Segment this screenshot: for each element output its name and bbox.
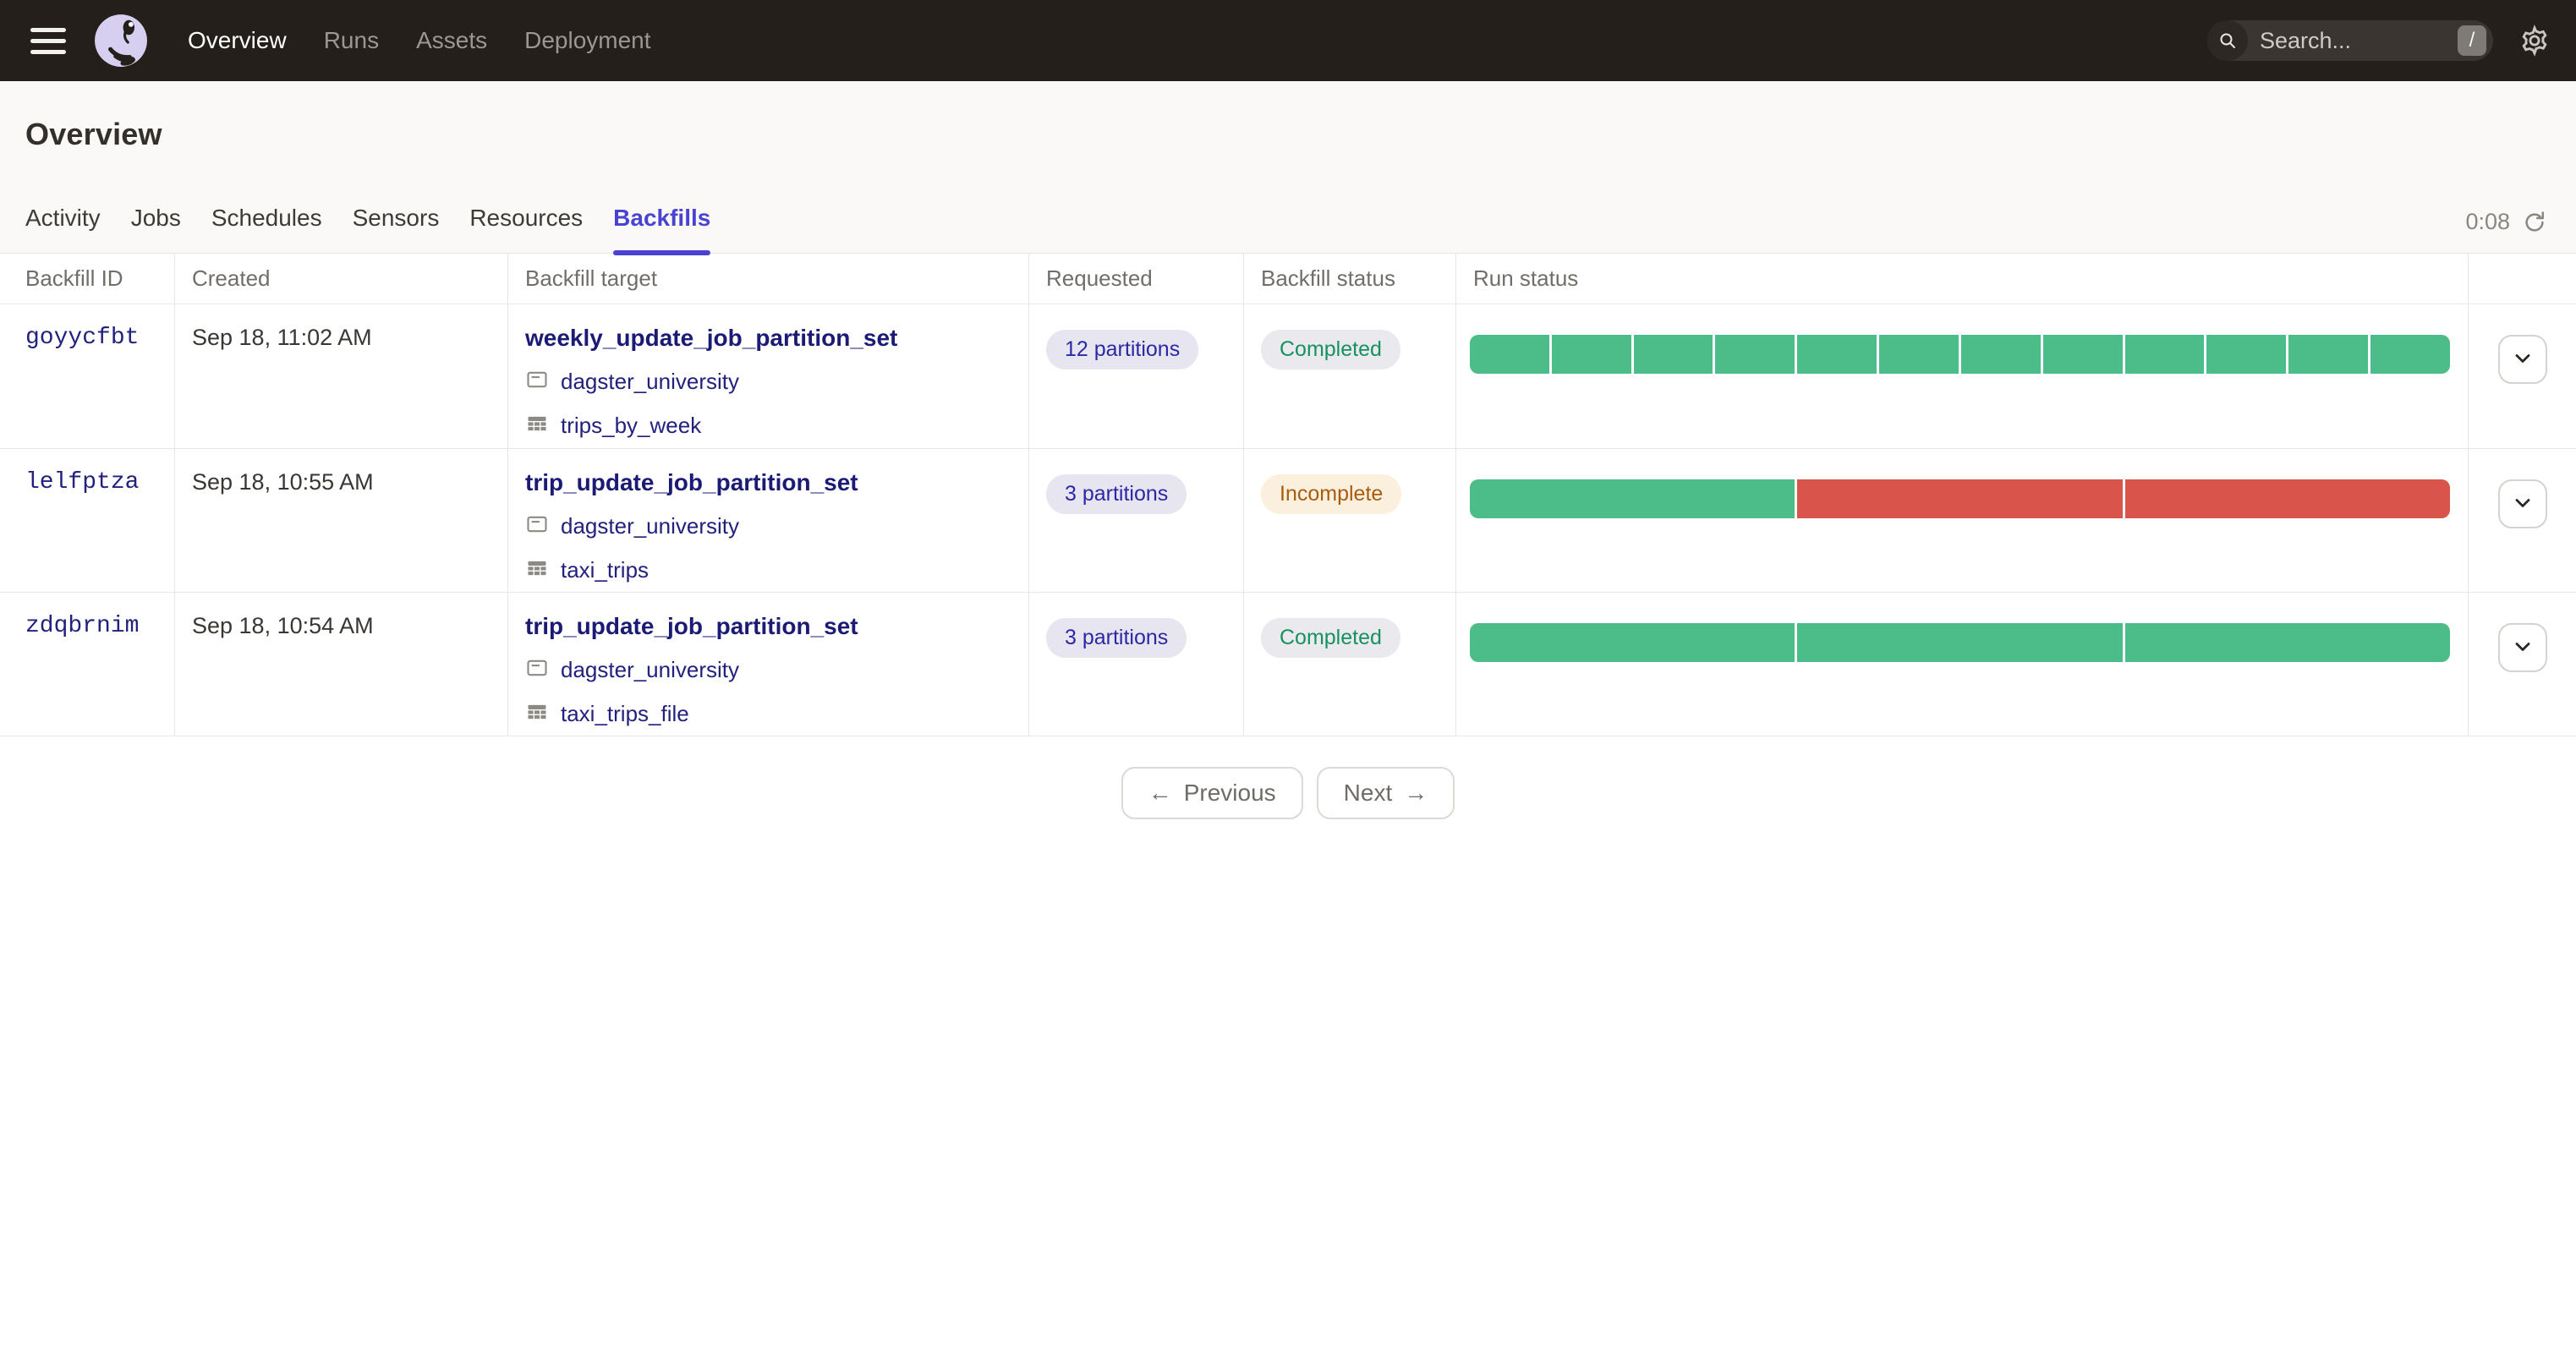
next-label: Next [1343, 780, 1393, 806]
run-segment-success[interactable] [1470, 623, 1795, 662]
run-segment-success[interactable] [2370, 335, 2450, 374]
backfill-id-link[interactable]: lelfptza [25, 469, 139, 495]
tab-resources[interactable]: Resources [469, 205, 583, 255]
expand-row-button[interactable] [2497, 479, 2547, 528]
backfill-id-link[interactable]: zdqbrnim [25, 613, 139, 639]
run-segment-success[interactable] [1960, 335, 2041, 374]
requested-badge: 3 partitions [1046, 618, 1187, 658]
run-segment-success[interactable] [1715, 335, 1795, 374]
top-nav: Overview Runs Assets Deployment / [0, 0, 2576, 81]
col-backfill-target: Backfill target [507, 254, 1028, 304]
run-segment-success[interactable] [2206, 335, 2287, 374]
col-requested: Requested [1028, 254, 1243, 304]
table-header-row: Backfill ID Created Backfill target Requ… [0, 254, 2576, 304]
backfill-target-link[interactable]: trip_update_job_partition_set [525, 469, 858, 496]
chevron-down-icon [2511, 491, 2535, 517]
run-segment-success[interactable] [1797, 335, 1877, 374]
previous-label: Previous [1183, 780, 1276, 806]
search-field[interactable] [2260, 27, 2420, 54]
run-segment-success[interactable] [1470, 335, 1549, 374]
run-status-bar[interactable] [1470, 623, 2450, 662]
nav-overview[interactable]: Overview [188, 27, 287, 54]
run-status-bar[interactable] [1470, 479, 2450, 518]
backfill-target-link[interactable]: trip_update_job_partition_set [525, 613, 858, 640]
asset-link[interactable]: taxi_trips_file [561, 701, 689, 727]
run-status-bar[interactable] [1470, 335, 2450, 374]
backfill-target-link[interactable]: weekly_update_job_partition_set [525, 325, 897, 352]
tab-jobs[interactable]: Jobs [131, 205, 181, 255]
partition-set-icon [525, 700, 549, 728]
tabs: Activity Jobs Schedules Sensors Resource… [25, 205, 711, 255]
asset-link[interactable]: taxi_trips [561, 557, 649, 583]
tab-activity[interactable]: Activity [25, 205, 101, 255]
project-link[interactable]: dagster_university [561, 657, 739, 683]
previous-page-button[interactable]: ← Previous [1121, 767, 1303, 819]
refresh-timer: 0:08 [2465, 209, 2510, 234]
search-shortcut-key: / [2458, 25, 2486, 56]
run-segment-failure[interactable] [1797, 479, 2123, 518]
tab-sensors[interactable]: Sensors [353, 205, 440, 255]
partition-set-icon [525, 412, 549, 440]
left-arrow-icon: ← [1148, 780, 1172, 806]
project-link[interactable]: dagster_university [561, 513, 739, 539]
primary-nav: Overview Runs Assets Deployment [188, 27, 651, 54]
created-timestamp: Sep 18, 10:54 AM [192, 613, 374, 638]
col-created: Created [174, 254, 507, 304]
job-icon [525, 368, 549, 396]
col-backfill-status: Backfill status [1243, 254, 1455, 304]
run-segment-failure[interactable] [2124, 479, 2450, 518]
run-segment-success[interactable] [1797, 623, 2123, 662]
expand-row-button[interactable] [2497, 623, 2547, 672]
created-timestamp: Sep 18, 11:02 AM [192, 325, 372, 350]
next-page-button[interactable]: Next → [1316, 767, 1455, 819]
status-badge: Completed [1261, 330, 1400, 369]
table-row: lelfptza Sep 18, 10:55 AM trip_update_jo… [0, 448, 2576, 592]
col-actions [2468, 254, 2576, 304]
table-row: goyycfbt Sep 18, 11:02 AM weekly_update_… [0, 304, 2576, 448]
search-icon [2207, 20, 2248, 61]
job-icon [525, 512, 549, 540]
run-segment-success[interactable] [1551, 335, 1631, 374]
expand-row-button[interactable] [2497, 335, 2547, 384]
asset-link[interactable]: trips_by_week [561, 413, 701, 439]
nav-runs[interactable]: Runs [324, 27, 379, 54]
gear-icon[interactable] [2518, 25, 2551, 57]
run-segment-success[interactable] [1879, 335, 1959, 374]
page-header: Overview Activity Jobs Schedules Sensors… [0, 81, 2576, 255]
run-segment-success[interactable] [1633, 335, 1713, 374]
search-input[interactable]: / [2207, 20, 2493, 61]
chevron-down-icon [2511, 635, 2535, 661]
requested-badge: 12 partitions [1046, 330, 1199, 369]
refresh-icon[interactable] [2522, 210, 2547, 235]
pagination: ← Previous Next → [0, 767, 2576, 819]
chevron-down-icon [2511, 347, 2535, 373]
partition-set-icon [525, 556, 549, 584]
run-segment-success[interactable] [1470, 479, 1795, 518]
table-row: zdqbrnim Sep 18, 10:54 AM trip_update_jo… [0, 592, 2576, 736]
nav-assets[interactable]: Assets [416, 27, 487, 54]
col-backfill-id: Backfill ID [25, 265, 123, 291]
run-segment-success[interactable] [2124, 623, 2450, 662]
backfill-id-link[interactable]: goyycfbt [25, 325, 139, 351]
status-badge: Completed [1261, 618, 1400, 658]
tab-backfills[interactable]: Backfills [613, 205, 711, 255]
run-segment-success[interactable] [2288, 335, 2369, 374]
menu-icon[interactable] [25, 23, 71, 59]
tab-schedules[interactable]: Schedules [211, 205, 322, 255]
created-timestamp: Sep 18, 10:55 AM [192, 469, 374, 495]
run-segment-success[interactable] [2124, 335, 2205, 374]
job-icon [525, 656, 549, 684]
requested-badge: 3 partitions [1046, 474, 1187, 514]
nav-deployment[interactable]: Deployment [524, 27, 650, 54]
page-title: Overview [25, 117, 162, 151]
status-badge: Incomplete [1261, 474, 1402, 514]
run-segment-success[interactable] [2042, 335, 2123, 374]
right-arrow-icon: → [1404, 780, 1428, 806]
project-link[interactable]: dagster_university [561, 369, 739, 395]
col-run-status: Run status [1455, 254, 2468, 304]
backfills-table: Backfill ID Created Backfill target Requ… [0, 254, 2576, 736]
dagster-logo-icon[interactable] [93, 13, 149, 68]
